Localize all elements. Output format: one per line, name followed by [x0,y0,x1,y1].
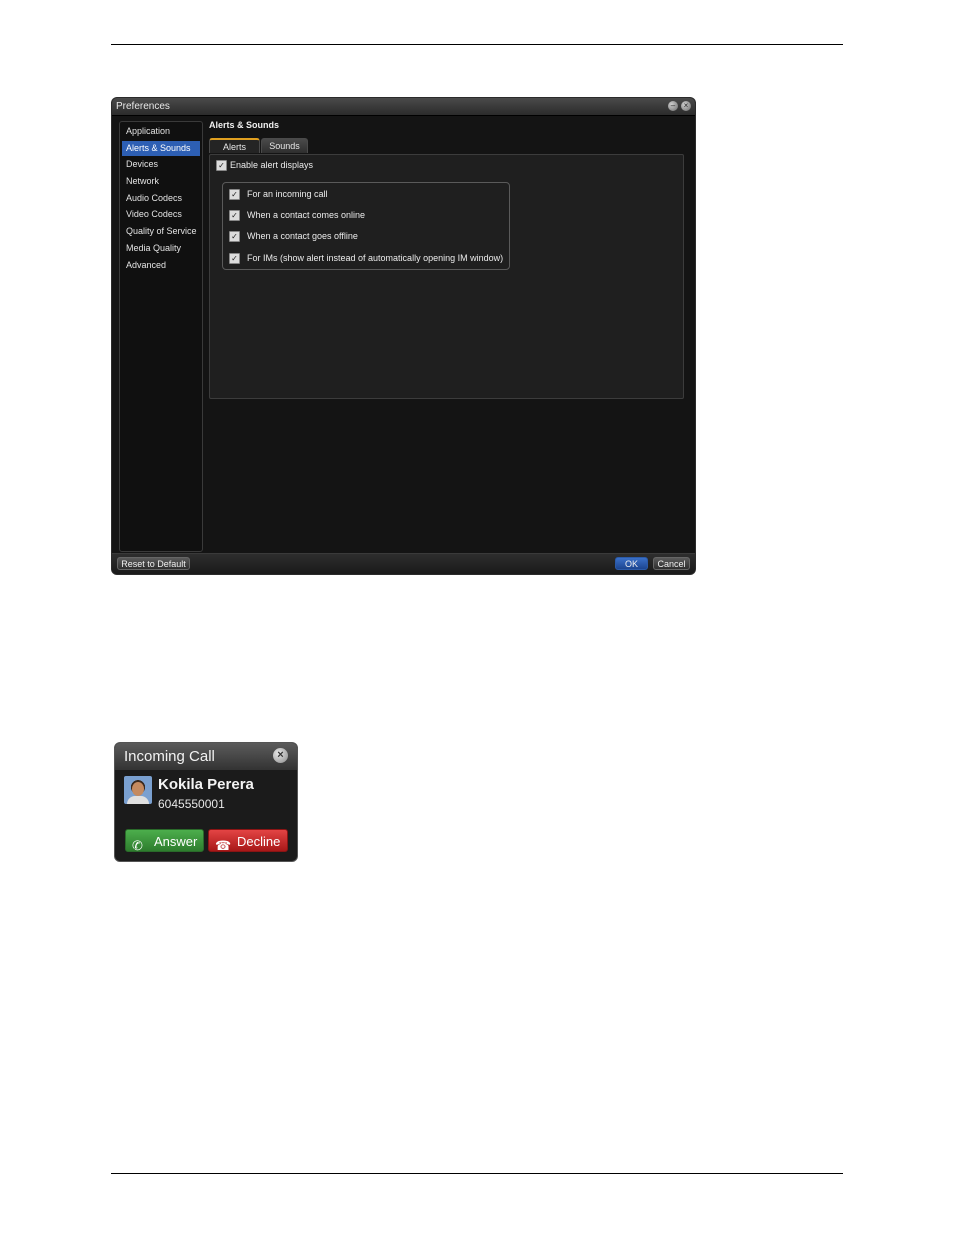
answer-button[interactable]: ✆ Answer [125,829,204,853]
phone-icon: ✆ [132,838,143,853]
caller-number: 6045550001 [158,797,225,811]
alerts-panel: ✓ Enable alert displays ✓ For an incomin… [209,154,684,399]
contact-offline-label: When a contact goes offline [247,231,358,241]
alert-options-group: ✓ For an incoming call ✓ When a contact … [222,182,510,270]
nav-item-alerts-sounds[interactable]: Alerts & Sounds [122,141,200,156]
contact-online-checkbox[interactable]: ✓ [229,210,240,221]
window-title: Preferences [116,101,170,112]
contact-online-label: When a contact comes online [247,210,366,220]
nav-item-media-quality[interactable]: Media Quality [122,241,200,256]
cancel-button[interactable]: Cancel [653,557,690,570]
nav-item-devices[interactable]: Devices [122,157,200,172]
incoming-call-label: For an incoming call [247,189,328,199]
avatar [124,776,152,804]
title-bar[interactable]: Preferences – × [112,98,695,116]
close-icon[interactable]: × [681,101,691,111]
nav-item-advanced[interactable]: Advanced [122,258,200,273]
footer-rule [111,1173,843,1174]
nav-item-application[interactable]: Application [122,124,200,139]
tab-sounds[interactable]: Sounds [261,138,308,153]
bottom-bar: Reset to Default OK Cancel [112,553,695,574]
enable-alerts-label: Enable alert displays [230,160,314,170]
ims-label: For IMs (show alert instead of automatic… [247,253,504,263]
answer-label: Answer [154,834,198,849]
tab-alerts[interactable]: Alerts [209,138,260,153]
close-icon[interactable]: × [273,748,288,763]
enable-alerts-checkbox[interactable]: ✓ [216,160,227,171]
header-rule [111,44,843,45]
ims-checkbox[interactable]: ✓ [229,253,240,264]
contact-offline-checkbox[interactable]: ✓ [229,231,240,242]
toast-title: Incoming Call [124,748,215,765]
ok-button[interactable]: OK [615,557,648,570]
decline-button[interactable]: ☎ Decline [208,829,288,853]
nav-item-video-codecs[interactable]: Video Codecs [122,207,200,222]
nav-item-audio-codecs[interactable]: Audio Codecs [122,191,200,206]
hang-up-icon: ☎ [215,838,232,853]
section-title: Alerts & Sounds [209,120,280,130]
preferences-nav: Application Alerts & Sounds Devices Netw… [119,121,203,552]
reset-to-default-button[interactable]: Reset to Default [117,557,190,570]
toast-header: Incoming Call × [115,743,297,770]
nav-item-quality-of-service[interactable]: Quality of Service [122,224,200,239]
incoming-call-checkbox[interactable]: ✓ [229,189,240,200]
minimize-icon[interactable]: – [668,101,678,111]
nav-item-network[interactable]: Network [122,174,200,189]
decline-label: Decline [237,834,281,849]
preferences-window: Preferences – × Application Alerts & Sou… [112,98,695,574]
incoming-call-toast: Incoming Call × Kokila Perera 6045550001… [114,742,298,862]
caller-name: Kokila Perera [158,776,254,793]
